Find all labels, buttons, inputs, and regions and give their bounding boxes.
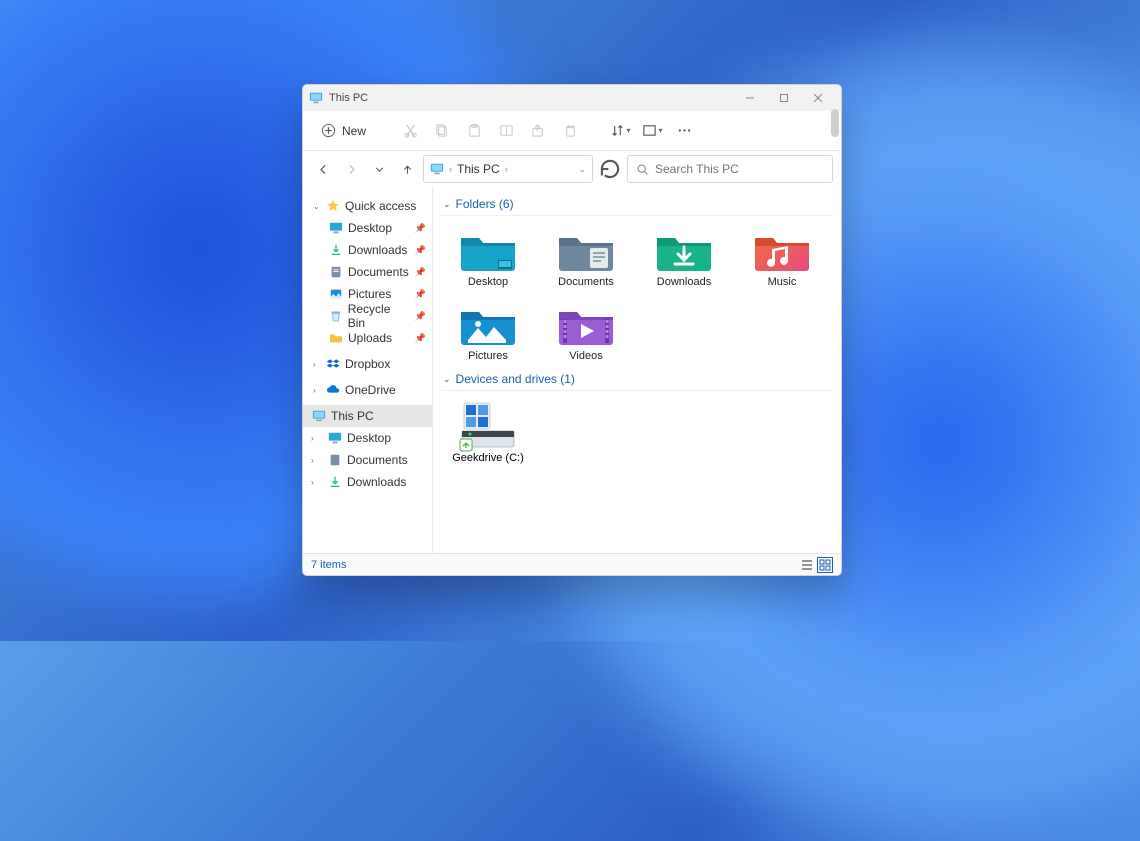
pictures-icon xyxy=(329,287,343,301)
chevron-down-icon: ⌄ xyxy=(313,202,321,211)
chevron-right-icon: › xyxy=(313,386,321,395)
folder-documents[interactable]: Documents xyxy=(539,224,633,292)
dropbox-icon xyxy=(326,357,340,371)
search-input[interactable] xyxy=(655,162,824,176)
folders-grid: Desktop Documents Downloads Music Pictur… xyxy=(441,224,833,366)
refresh-button[interactable] xyxy=(597,155,623,183)
document-icon xyxy=(329,265,343,279)
icons-view-button[interactable] xyxy=(817,557,833,573)
pin-icon: 📌 xyxy=(415,245,426,256)
this-pc-icon xyxy=(312,409,326,423)
desktop-folder-icon xyxy=(458,228,518,272)
rename-button[interactable] xyxy=(492,117,520,145)
delete-button[interactable] xyxy=(556,117,584,145)
folder-videos[interactable]: Videos xyxy=(539,298,633,366)
folder-pictures[interactable]: Pictures xyxy=(441,298,535,366)
new-button[interactable]: New xyxy=(313,117,374,145)
more-button[interactable] xyxy=(670,117,698,145)
pin-icon: 📌 xyxy=(415,289,426,300)
download-icon xyxy=(328,475,342,489)
sidebar-item-pc-downloads[interactable]: ›Downloads xyxy=(303,471,432,493)
sidebar-item-pc-documents[interactable]: ›Documents xyxy=(303,449,432,471)
details-view-button[interactable] xyxy=(799,557,815,573)
sidebar-item-documents[interactable]: Documents📌 xyxy=(303,261,432,283)
minimize-button[interactable] xyxy=(733,86,767,110)
new-label: New xyxy=(342,124,366,138)
copy-button[interactable] xyxy=(428,117,456,145)
sidebar-this-pc[interactable]: ⌄This PC xyxy=(303,405,432,427)
content-area[interactable]: ⌄ Folders (6) Desktop Documents Download… xyxy=(433,187,841,553)
pin-icon: 📌 xyxy=(415,267,426,278)
sidebar-item-uploads[interactable]: Uploads📌 xyxy=(303,327,432,349)
sidebar: ⌄ Quick access Desktop📌 Downloads📌 Docum… xyxy=(303,187,433,553)
sidebar-dropbox[interactable]: ›Dropbox xyxy=(303,353,432,375)
status-item-count: 7 items xyxy=(311,559,346,571)
chevron-down-icon: ⌄ xyxy=(443,374,451,385)
toolbar: New ▾ ▾ xyxy=(303,111,841,151)
folder-downloads[interactable]: Downloads xyxy=(637,224,731,292)
section-drives-header[interactable]: ⌄ Devices and drives (1) xyxy=(441,366,833,391)
recent-locations-button[interactable] xyxy=(367,157,391,181)
folder-music[interactable]: Music xyxy=(735,224,829,292)
sidebar-quick-access[interactable]: ⌄ Quick access xyxy=(303,195,432,217)
chevron-down-icon: ⌄ xyxy=(443,199,451,210)
pin-icon: 📌 xyxy=(415,311,426,322)
document-icon xyxy=(328,453,342,467)
desktop-icon xyxy=(328,431,342,445)
section-folders-header[interactable]: ⌄ Folders (6) xyxy=(441,191,833,216)
sidebar-item-recycle-bin[interactable]: Recycle Bin📌 xyxy=(303,305,432,327)
search-icon xyxy=(636,163,649,176)
pin-icon: 📌 xyxy=(415,223,426,234)
paste-button[interactable] xyxy=(460,117,488,145)
download-icon xyxy=(329,243,343,257)
folder-icon xyxy=(329,331,343,345)
search-box[interactable] xyxy=(627,155,833,183)
sidebar-item-downloads[interactable]: Downloads📌 xyxy=(303,239,432,261)
sidebar-onedrive[interactable]: ›OneDrive xyxy=(303,379,432,401)
videos-folder-icon xyxy=(556,302,616,346)
drive-icon xyxy=(458,399,518,449)
sidebar-label: Quick access xyxy=(345,199,416,213)
chevron-right-icon: › xyxy=(313,360,321,369)
maximize-button[interactable] xyxy=(767,86,801,110)
share-button[interactable] xyxy=(524,117,552,145)
documents-folder-icon xyxy=(556,228,616,272)
status-bar: 7 items xyxy=(303,553,841,575)
chevron-right-icon: › xyxy=(311,434,319,443)
sidebar-item-desktop[interactable]: Desktop📌 xyxy=(303,217,432,239)
onedrive-icon xyxy=(326,383,340,397)
chevron-right-icon: › xyxy=(311,478,319,487)
this-pc-icon xyxy=(309,91,323,105)
view-button[interactable]: ▾ xyxy=(638,117,666,145)
this-pc-icon xyxy=(430,162,444,176)
drive-c[interactable]: Geekdrive (C:) xyxy=(441,399,535,464)
address-location: This PC xyxy=(457,162,500,176)
address-bar[interactable]: › This PC › ⌄ xyxy=(423,155,593,183)
back-button[interactable] xyxy=(311,157,335,181)
music-folder-icon xyxy=(752,228,812,272)
pin-icon: 📌 xyxy=(415,333,426,344)
downloads-folder-icon xyxy=(654,228,714,272)
titlebar[interactable]: This PC xyxy=(303,85,841,111)
sidebar-item-pc-desktop[interactable]: ›Desktop xyxy=(303,427,432,449)
nav-row: › This PC › ⌄ xyxy=(303,151,841,187)
desktop-icon xyxy=(329,221,343,235)
cut-button[interactable] xyxy=(396,117,424,145)
close-button[interactable] xyxy=(801,86,835,110)
forward-button[interactable] xyxy=(339,157,363,181)
star-icon xyxy=(326,199,340,213)
file-explorer-window: This PC New ▾ ▾ › This P xyxy=(302,84,842,576)
pictures-folder-icon xyxy=(458,302,518,346)
chevron-right-icon: › xyxy=(311,456,319,465)
recycle-bin-icon xyxy=(329,309,343,323)
address-dropdown-icon[interactable]: ⌄ xyxy=(578,164,586,175)
folder-desktop[interactable]: Desktop xyxy=(441,224,535,292)
window-title: This PC xyxy=(329,92,368,104)
up-button[interactable] xyxy=(395,157,419,181)
sort-button[interactable]: ▾ xyxy=(606,117,634,145)
